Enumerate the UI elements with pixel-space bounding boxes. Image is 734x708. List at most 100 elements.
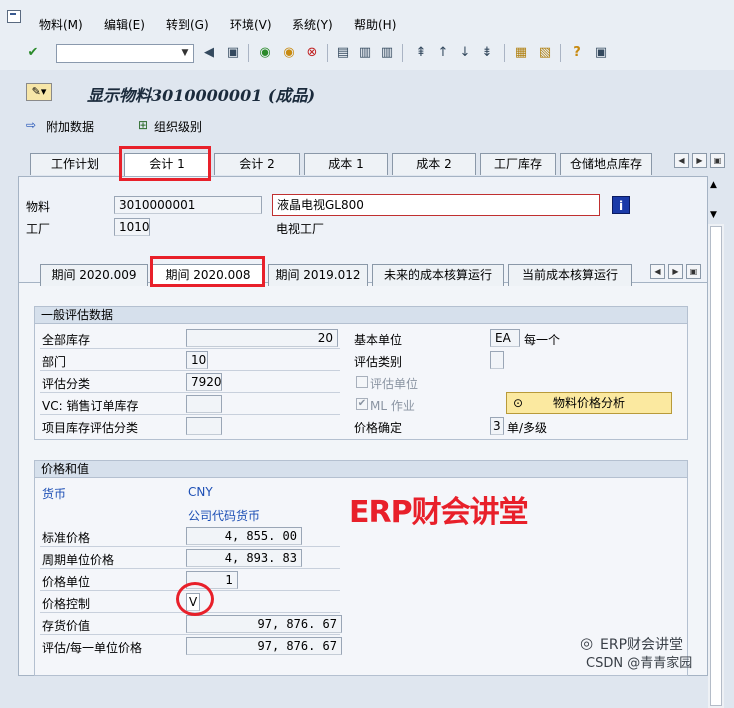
- last-page-icon[interactable]: ⇟: [478, 44, 496, 62]
- dropdown-icon[interactable]: ▼: [177, 45, 193, 62]
- tab-costing-2[interactable]: 成本 2: [392, 153, 476, 175]
- period-scroll-right-icon[interactable]: ▶: [668, 264, 683, 279]
- system-menu-icon[interactable]: [7, 10, 21, 23]
- wechat-watermark: ERP财会讲堂: [600, 637, 684, 653]
- row-rule: [40, 568, 340, 569]
- project-stock-label: 项目库存评估分类: [42, 421, 139, 435]
- menu-environment[interactable]: 环境(V): [230, 16, 272, 33]
- menu-material[interactable]: 物料(M): [39, 16, 83, 33]
- plant-field[interactable]: 1010: [114, 218, 150, 236]
- menu-edit[interactable]: 编辑(E): [104, 16, 145, 33]
- ml-active-checkbox[interactable]: ✔: [356, 398, 368, 410]
- sales-order-stock-field[interactable]: [186, 395, 222, 413]
- scroll-up-icon[interactable]: ▲: [710, 180, 717, 190]
- material-field[interactable]: 3010000001: [114, 196, 262, 214]
- valuation-category-field[interactable]: [490, 351, 504, 369]
- stock-value-field[interactable]: 97, 876. 67: [186, 615, 342, 633]
- new-session-icon[interactable]: ▦: [512, 44, 530, 62]
- valuation-class-field[interactable]: 7920: [186, 373, 222, 391]
- value-per-unit-label: 评估/每一单位价格: [42, 641, 143, 655]
- menu-help[interactable]: 帮助(H): [354, 16, 396, 33]
- shortcut-icon[interactable]: ▧: [536, 44, 554, 62]
- base-unit-label: 基本单位: [354, 333, 403, 347]
- tab-period-2020-009[interactable]: 期间 2020.009: [40, 264, 148, 286]
- menu-goto[interactable]: 转到(G): [166, 16, 209, 33]
- material-description-field[interactable]: 液晶电视GL800: [272, 194, 600, 216]
- standard-price-label: 标准价格: [42, 531, 91, 545]
- scrollbar-thumb[interactable]: [710, 226, 722, 706]
- menu-bar: 物料(M) 编辑(E) 转到(G) 环境(V) 系统(Y) 帮助(H): [0, 0, 734, 44]
- tab-plant-stock[interactable]: 工厂库存: [480, 153, 556, 175]
- value-per-unit-field[interactable]: 97, 876. 67: [186, 637, 342, 655]
- layout-menu-icon[interactable]: ▣: [592, 44, 610, 62]
- tab-scroll-right-icon[interactable]: ▶: [692, 153, 707, 168]
- valuation-class-label: 评估分类: [42, 377, 91, 391]
- tab-storage-location-stock[interactable]: 仓储地点库存: [560, 153, 652, 175]
- additional-data-icon: ⇨: [26, 118, 37, 132]
- print-icon[interactable]: ▤: [334, 44, 352, 62]
- help-icon[interactable]: ?: [568, 44, 586, 62]
- exit-icon[interactable]: ◉: [280, 44, 298, 62]
- price-determination-label: 价格确定: [354, 421, 403, 435]
- division-label: 部门: [42, 355, 67, 369]
- standard-price-field[interactable]: 4, 855. 00: [186, 527, 302, 545]
- enter-icon[interactable]: ✔: [24, 44, 42, 62]
- tab-list-icon[interactable]: ▣: [710, 153, 725, 168]
- prices-values-heading: 价格和值: [35, 461, 687, 478]
- save-icon[interactable]: ▣: [224, 44, 242, 62]
- watermark-text: ERP财会讲堂: [349, 495, 529, 530]
- command-field[interactable]: ▼: [56, 44, 194, 63]
- ml-active-label: ML 作业: [370, 399, 415, 413]
- base-unit-field[interactable]: EA: [490, 329, 520, 347]
- tab-accounting-2[interactable]: 会计 2: [214, 153, 300, 175]
- previous-page-icon[interactable]: ↑: [434, 44, 452, 62]
- row-rule: [40, 392, 340, 393]
- find-icon[interactable]: ▥: [356, 44, 374, 62]
- tab-work-scheduling[interactable]: 工作计划: [30, 153, 120, 175]
- highlight-period-tab: [150, 256, 265, 287]
- back-icon[interactable]: ◉: [256, 44, 274, 62]
- period-list-icon[interactable]: ▣: [686, 264, 701, 279]
- division-field[interactable]: 10: [186, 351, 208, 369]
- valuated-unit-label: 评估单位: [370, 377, 419, 391]
- org-levels-button[interactable]: 组织级别: [154, 118, 202, 135]
- tab-scroll-left-icon[interactable]: ◀: [674, 153, 689, 168]
- additional-data-button[interactable]: 附加数据: [46, 118, 94, 135]
- sales-order-stock-label: VC: 销售订单库存: [42, 399, 139, 413]
- back-arrow-icon[interactable]: ◀: [200, 44, 218, 62]
- tab-costing-1[interactable]: 成本 1: [304, 153, 388, 175]
- periodic-unit-price-field[interactable]: 4, 893. 83: [186, 549, 302, 567]
- total-stock-label: 全部库存: [42, 333, 91, 347]
- periodic-unit-price-label: 周期单位价格: [42, 553, 115, 567]
- menu-system[interactable]: 系统(Y): [292, 16, 333, 33]
- general-valuation-heading: 一般评估数据: [35, 307, 687, 324]
- project-stock-field[interactable]: [186, 417, 222, 435]
- currency-label: 货币: [42, 487, 67, 501]
- valuated-unit-checkbox[interactable]: [356, 376, 368, 388]
- price-determination-field[interactable]: 3: [490, 417, 504, 435]
- application-toolbar: ⇨ 附加数据 ⊞ 组织级别: [18, 112, 734, 138]
- tab-period-2019-012[interactable]: 期间 2019.012: [268, 264, 368, 286]
- tab-future-costing-run[interactable]: 未来的成本核算运行: [372, 264, 504, 286]
- info-icon[interactable]: i: [612, 196, 630, 214]
- cancel-icon[interactable]: ⊗: [303, 44, 321, 62]
- display-change-icon[interactable]: ✎▾: [26, 83, 52, 101]
- row-rule: [40, 348, 340, 349]
- title-bar: ✎▾ 显示物料3010000001 (成品): [18, 80, 734, 105]
- next-page-icon[interactable]: ↓: [456, 44, 474, 62]
- stock-value-label: 存货价值: [42, 619, 91, 633]
- scroll-down-icon[interactable]: ▼: [710, 210, 717, 220]
- period-scroll-left-icon[interactable]: ◀: [650, 264, 665, 279]
- tab-current-costing-run[interactable]: 当前成本核算运行: [508, 264, 632, 286]
- csdn-watermark: CSDN @青青家园: [586, 656, 693, 671]
- first-page-icon[interactable]: ⇞: [412, 44, 430, 62]
- separator: [560, 44, 561, 62]
- material-price-analysis-button[interactable]: ⊙ 物料价格分析: [506, 392, 672, 414]
- vertical-scrollbar[interactable]: [708, 224, 724, 708]
- total-stock-field[interactable]: 20: [186, 329, 338, 347]
- find-next-icon[interactable]: ▥: [378, 44, 396, 62]
- magnifier-icon: ⊙: [513, 396, 524, 410]
- page-title: 显示物料3010000001 (成品): [87, 86, 316, 105]
- separator: [327, 44, 328, 62]
- separator: [504, 44, 505, 62]
